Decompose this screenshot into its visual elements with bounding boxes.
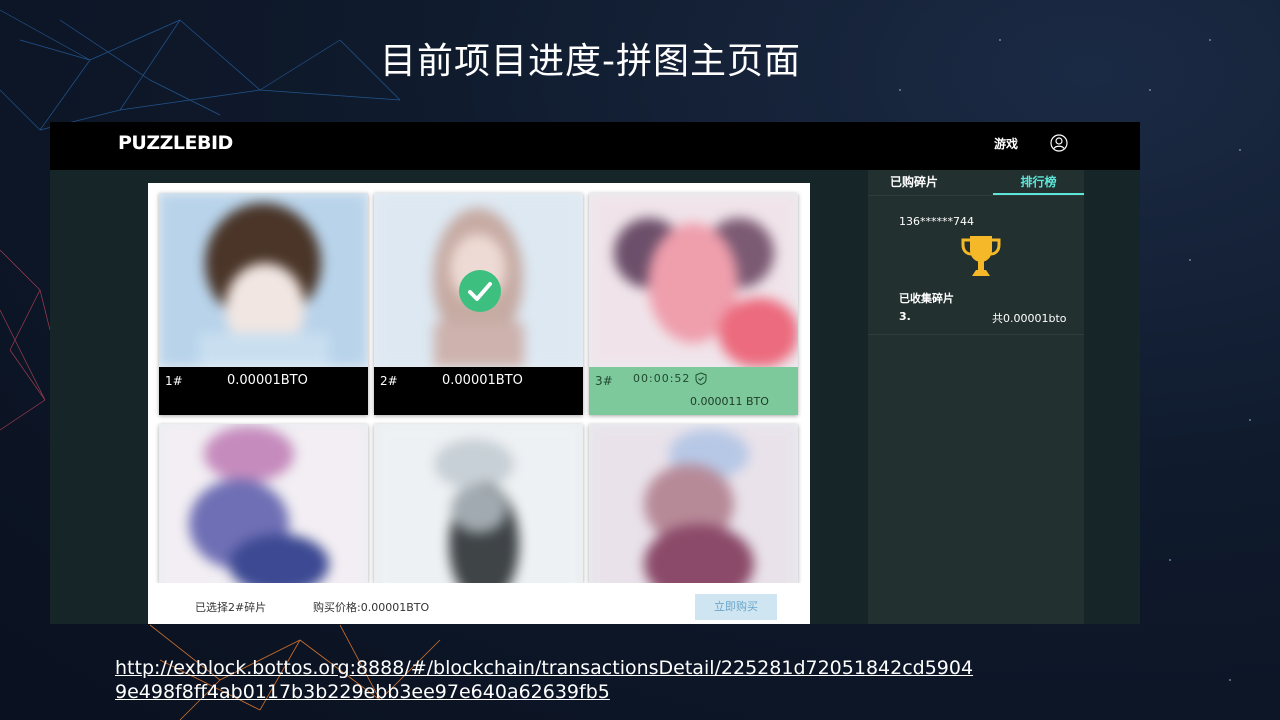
puzzle-tile[interactable] [589,424,798,583]
nav-game-link[interactable]: 游戏 [994,135,1018,152]
puzzle-panel: 1# 0.00001BTO 2# 0.00001BTO 3# 00:00:52 … [148,183,810,624]
slide-title: 目前项目进度-拼图主页面 [380,41,801,82]
tile-number: 1# [165,374,183,388]
tile-price: 0.000011 BTO [690,395,769,408]
user-circle-icon[interactable] [1050,134,1068,152]
logo[interactable]: PUZZLEBID [118,132,233,154]
tile-info: 1# 0.00001BTO [159,367,368,415]
tab-ranking[interactable]: 排行榜 [993,170,1084,195]
tile-image [589,193,798,367]
ranking-sidebar: 已购碎片 排行榜 136******744 已收集碎片 3. 共0.00001b… [868,170,1084,624]
tab-divider [868,195,1084,196]
tile-info: 3# 00:00:52 0.000011 BTO [589,367,798,415]
transaction-link-line-1[interactable]: http://exblock.bottos.org:8888/#/blockch… [115,656,1035,680]
rank-number: 3. [899,310,911,323]
collected-pieces-label: 已收集碎片 [899,292,954,305]
shield-icon [695,372,707,385]
tile-price: 0.00001BTO [227,373,308,388]
selected-piece-label: 已选择2#碎片 [195,601,267,614]
tile-info: 2# 0.00001BTO [374,367,583,415]
tile-image [589,424,798,583]
puzzle-tile-bidding[interactable]: 3# 00:00:52 0.000011 BTO [589,193,798,415]
puzzle-tile[interactable]: 1# 0.00001BTO [159,193,368,415]
tile-image [159,193,368,367]
tile-number: 3# [595,374,613,388]
total-amount: 共0.00001bto [992,312,1067,325]
puzzle-tile[interactable] [374,424,583,583]
tile-timer: 00:00:52 [633,372,691,385]
transaction-link-line-2[interactable]: 9e498f8ff4ab0117b3b229ebb3ee97e640a62639… [115,680,1035,704]
tile-image [159,424,368,583]
purchase-price-label: 购买价格:0.00001BTO [313,601,430,614]
app-window: PUZZLEBID 游戏 1# 0.00001BTO 2# 0.00001BTO… [50,122,1140,624]
puzzle-tile[interactable] [159,424,368,583]
tile-number: 2# [380,374,398,388]
puzzle-tile-selected[interactable]: 2# 0.00001BTO [374,193,583,415]
tile-price: 0.00001BTO [442,373,523,388]
purchase-bar: 已选择2#碎片 购买价格:0.00001BTO 立即购买 [148,583,810,624]
user-id: 136******744 [899,215,974,228]
trophy-icon [961,236,1001,276]
app-header: PUZZLEBID 游戏 [50,122,1140,170]
ranking-divider [868,334,1084,335]
transaction-link[interactable]: http://exblock.bottos.org:8888/#/blockch… [115,656,1035,704]
check-icon [459,270,501,312]
tile-image [374,424,583,583]
buy-now-button[interactable]: 立即购买 [695,594,777,620]
